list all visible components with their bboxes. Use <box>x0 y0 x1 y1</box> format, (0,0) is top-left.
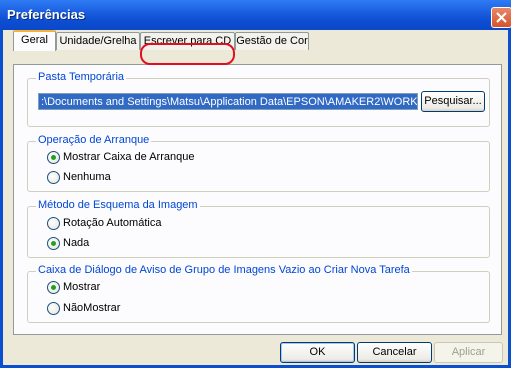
radio-selected-dot <box>51 285 56 290</box>
close-icon <box>496 12 507 23</box>
temp-folder-path-field[interactable]: :\Documents and Settings\Matsu\Applicati… <box>38 93 418 110</box>
radio-icon <box>47 217 60 230</box>
temp-folder-label: Pasta Temporária <box>36 71 127 83</box>
radio-selected-dot <box>51 241 56 246</box>
title-bar[interactable]: Preferências <box>0 0 511 30</box>
radio-label: Mostrar Caixa de Arranque <box>63 151 195 163</box>
radio-label: Rotação Automática <box>63 217 162 229</box>
image-layout-label: Método de Esquema da Imagem <box>36 199 200 211</box>
startup-label: Operação de Arranque <box>36 134 152 146</box>
close-button[interactable] <box>491 7 511 28</box>
radio-label: Nenhuma <box>63 171 111 183</box>
preferences-dialog: Preferências Geral Unidade/Grelha Escrev… <box>0 0 511 368</box>
radio-icon <box>47 281 60 294</box>
radio-label: Nada <box>63 237 90 249</box>
radio-icon <box>47 151 60 164</box>
radio-icon <box>47 302 60 315</box>
cancel-button[interactable]: Cancelar <box>357 342 432 363</box>
window-title: Preferências <box>7 7 86 22</box>
tab-gestao-de-cor[interactable]: Gestão de Cor <box>235 32 309 50</box>
radio-icon <box>47 237 60 250</box>
browse-button[interactable]: Pesquisar... <box>421 91 485 112</box>
tab-unidade-grelha[interactable]: Unidade/Grelha <box>56 32 140 50</box>
radio-label: Mostrar <box>63 281 101 293</box>
empty-group-warning-label: Caixa de Diálogo de Aviso de Grupo de Im… <box>36 264 412 276</box>
radio-icon <box>47 171 60 184</box>
radio-selected-dot <box>51 155 56 160</box>
radio-label: NãoMostrar <box>63 302 121 314</box>
startup-group: Operação de Arranque <box>27 134 490 192</box>
tab-geral[interactable]: Geral <box>13 30 56 51</box>
empty-group-warning-group: Caixa de Diálogo de Aviso de Grupo de Im… <box>27 264 490 323</box>
image-layout-group: Método de Esquema da Imagem <box>27 199 490 258</box>
ok-button[interactable]: OK <box>280 342 355 363</box>
apply-button[interactable]: Aplicar <box>434 342 503 363</box>
tab-panel-geral: Pasta Temporária :\Documents and Setting… <box>13 64 502 335</box>
cd-tab-highlight-ring <box>140 43 235 65</box>
